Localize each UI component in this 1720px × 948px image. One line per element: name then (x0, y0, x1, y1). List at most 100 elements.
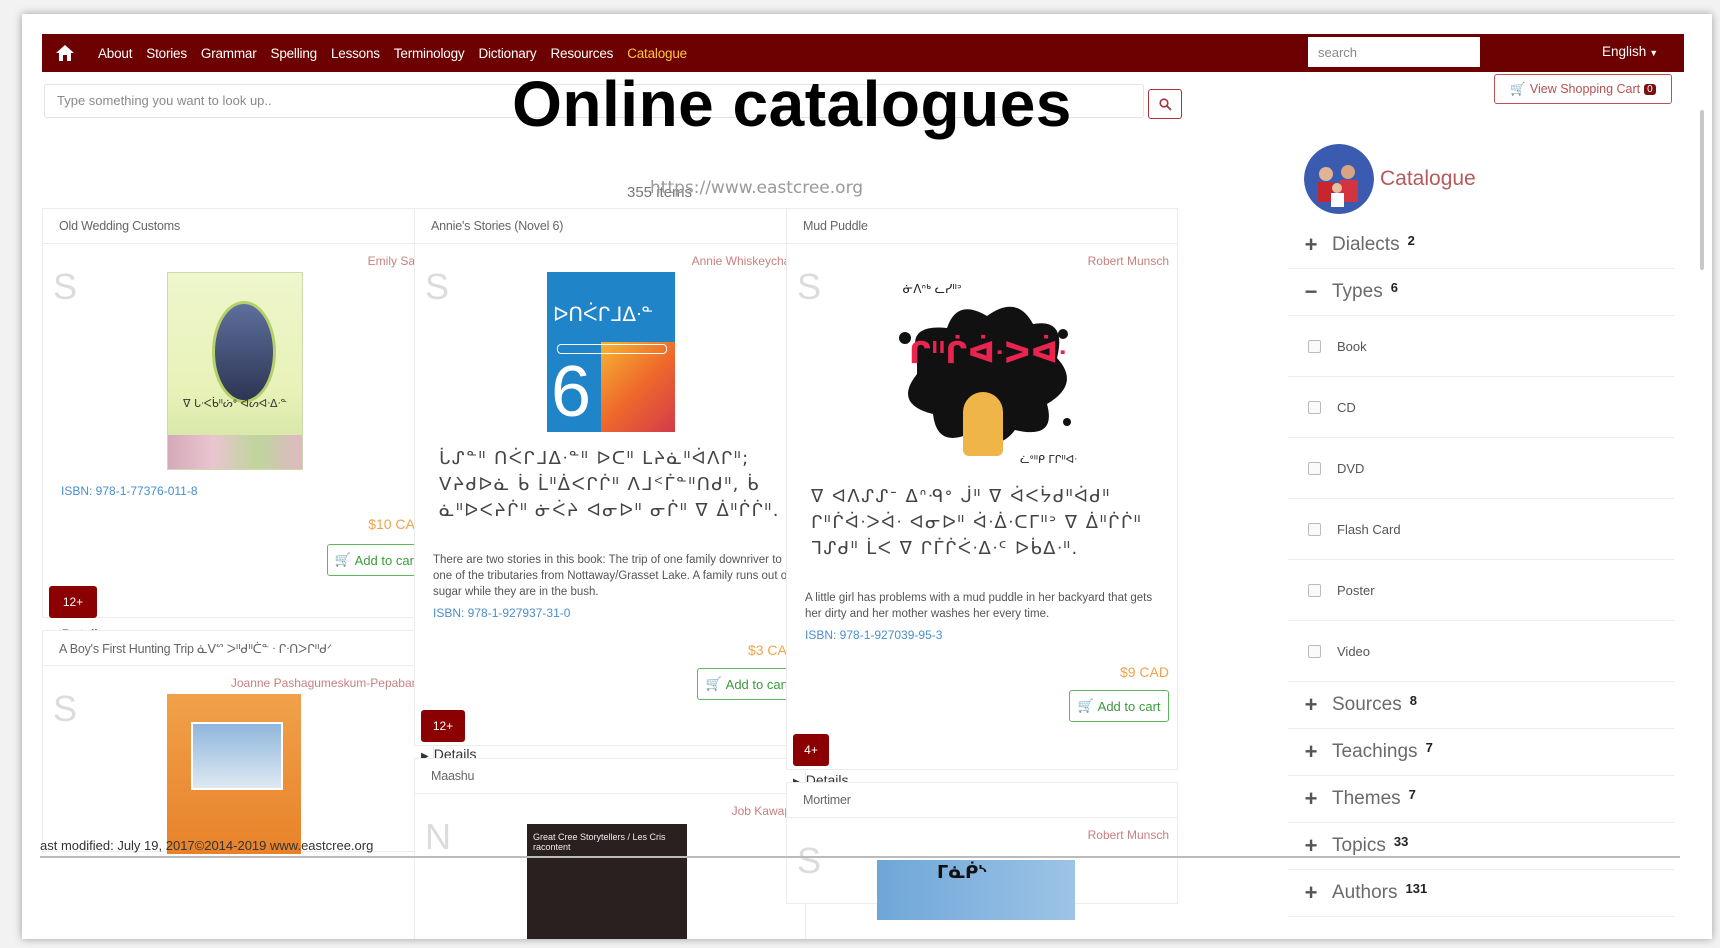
home-icon[interactable] (52, 40, 78, 66)
syllabics-line: ᐁ ᐊᐱᔑᔑᐨ ᐃᐢᑴᐤ ᒎᐦ ᐁ ᐋᐸᔮᑯᐦᐋᑯᐦ (811, 486, 1111, 507)
product-syllabics: ᐁ ᐊᐱᔑᔑᐨ ᐃᐢᑴᐤ ᒎᐦ ᐁ ᐋᐸᔮᑯᐦᐋᑯᐦ ᒋᐦᒌᐋᐧᐳᐋᐧ ᐊᓂᐅᐦ… (811, 484, 1142, 562)
product-card: Old Wedding Customs Emily Sam S ᐁ ᒐᐧᐸᑳᐦᔖ… (42, 208, 434, 642)
type-option-poster[interactable]: Poster (1288, 560, 1674, 621)
nav-item-about[interactable]: About (98, 46, 132, 61)
option-label: Poster (1337, 582, 1375, 598)
cart-icon: 🛒 (334, 552, 351, 567)
nav-item-spelling[interactable]: Spelling (271, 46, 318, 61)
facet-label: Authors (1332, 882, 1398, 903)
plus-icon: + (1304, 232, 1318, 257)
product-description: A little girl has problems with a mud pu… (805, 592, 1153, 620)
search-button[interactable] (1148, 89, 1182, 119)
product-author: Annie Whiskeychan (691, 254, 797, 268)
scrollbar[interactable] (1700, 110, 1704, 270)
type-option-cd[interactable]: CD (1288, 377, 1674, 438)
facet-label: Sources (1332, 694, 1402, 715)
facet-topics[interactable]: + Topics 33 (1288, 823, 1674, 870)
footer-text: ast modified: July 19, 2017©2014-2019 ww… (40, 838, 374, 853)
cart-icon: 🛒 (1077, 698, 1094, 713)
product-title[interactable]: A Boy's First Hunting Trip ᓈᐯᔥ ᐳᐦᑯᐦᑖᓐ ᐧ … (43, 631, 433, 666)
facet-authors[interactable]: + Authors 131 (1288, 870, 1674, 917)
facet-count: 8 (1409, 692, 1417, 708)
facet-themes[interactable]: + Themes 7 (1288, 776, 1674, 823)
cover-flowers (168, 435, 302, 469)
product-description: There are two stories in this book: The … (433, 554, 791, 598)
search-icon (1158, 97, 1172, 111)
age-badge: 12+ (421, 710, 465, 742)
product-title[interactable]: Annie's Stories (Novel 6) (415, 209, 805, 244)
checkbox[interactable] (1308, 400, 1321, 414)
sidebar-header: Catalogue (1304, 144, 1476, 214)
type-option-flash-card[interactable]: Flash Card (1288, 499, 1674, 560)
product-isbn: ISBN: 978-1-77376-011-8 (61, 484, 198, 498)
product-title[interactable]: Mortimer (787, 783, 1177, 818)
facet-dialects[interactable]: + Dialects 2 (1288, 222, 1674, 269)
product-cover-image[interactable]: Great Cree Storytellers / Les Cris racon… (527, 824, 687, 939)
checkbox[interactable] (1308, 522, 1321, 536)
nav-item-stories[interactable]: Stories (146, 46, 187, 61)
product-cover-image[interactable] (167, 694, 301, 854)
nav-item-terminology[interactable]: Terminology (394, 46, 465, 61)
option-label: CD (1337, 399, 1356, 415)
add-to-cart-button[interactable]: 🛒 Add to cart (1069, 690, 1169, 722)
syllabics-line: ᓈᐦᐅᐸᔨᒌᐦ ᓃᐹᔨ ᐊᓂᐅᐦ ᓂᒌᐦ ᐁ ᐄᐦᒌᒌᐦ. (439, 500, 780, 521)
cart-icon: 🛒 (1510, 81, 1526, 96)
product-cover-image[interactable]: ᐁ ᒐᐧᐸᑳᐦᔖᐤ ᐊᔕᐊᐧᐃᐧᓐ (167, 272, 303, 470)
type-option-book[interactable]: Book (1288, 316, 1674, 377)
facet-sources[interactable]: + Sources 8 (1288, 682, 1674, 729)
minus-icon: − (1304, 279, 1318, 304)
product-title[interactable]: Mud Puddle (787, 209, 1177, 244)
add-to-cart-button[interactable]: 🛒 Add to cart (327, 544, 425, 576)
language-label: English (1602, 44, 1647, 59)
product-card: Maashu Job Kawapit N Great Cree Storytel… (414, 758, 806, 939)
product-column-3: Mud Puddle Robert Munsch S ᓃᐱᐢᒃ ᓚᓯᐦᐣ ᒋᐦᒌ… (786, 208, 1178, 920)
view-cart-button[interactable]: 🛒 View Shopping Cart 0 (1494, 74, 1672, 104)
cover-syllabics: ᐁ ᒐᐧᐸᑳᐦᔖᐤ ᐊᔕᐊᐧᐃᐧᓐ (183, 397, 287, 410)
product-card: A Boy's First Hunting Trip ᓈᐯᔥ ᐳᐦᑯᐦᑖᓐ ᐧ … (42, 630, 434, 854)
checkbox[interactable] (1308, 583, 1321, 597)
plus-icon: + (1304, 692, 1318, 717)
facet-types[interactable]: − Types 6 (1288, 269, 1674, 316)
checkbox[interactable] (1308, 644, 1321, 658)
nav-item-dictionary[interactable]: Dictionary (478, 46, 536, 61)
add-to-cart-button[interactable]: 🛒 Add to cart (697, 668, 797, 700)
type-option-dvd[interactable]: DVD (1288, 438, 1674, 499)
girl-figure (963, 392, 1003, 456)
syllabics-line: ᒣᔑᑯᐦ ᒫᐸ ᐁ ᒋᒦᒌᐹᐧᐃᐧᑦ ᐅᑳᐃᐧᐦ. (811, 538, 1079, 559)
product-cover-image[interactable]: ᐅᑎᐹᒋᒧᐃᐧᓐ 6 (547, 272, 675, 432)
product-title[interactable]: Maashu (415, 759, 805, 794)
add-to-cart-label: Add to cart (354, 552, 418, 568)
facet-count: 6 (1390, 279, 1398, 295)
add-to-cart-label: Add to cart (1097, 698, 1161, 714)
nav-item-resources[interactable]: Resources (550, 46, 613, 61)
product-author: Robert Munsch (1087, 254, 1169, 268)
cover-title: Great Cree Storytellers / Les Cris racon… (533, 832, 666, 852)
product-title[interactable]: Old Wedding Customs (43, 209, 433, 244)
facet-count: 131 (1405, 880, 1428, 896)
cover-title: ᒋᐦᒌᐋᐧᐳᐋᐧ (909, 336, 1068, 371)
product-card: Mud Puddle Robert Munsch S ᓃᐱᐢᒃ ᓚᓯᐦᐣ ᒋᐦᒌ… (786, 208, 1178, 788)
nav-item-grammar[interactable]: Grammar (201, 46, 257, 61)
option-label: Video (1337, 643, 1371, 659)
type-option-video[interactable]: Video (1288, 621, 1674, 682)
facet-label: Themes (1332, 788, 1401, 809)
product-cover-image[interactable]: ᓃᐱᐢᒃ ᓚᓯᐦᐣ ᒋᐦᒌᐋᐧᐳᐋᐧ ᓛᐤᐦᑭ ᒥᒋᐦᐊᐧ (887, 272, 1081, 468)
language-dropdown[interactable]: English ▼ (1602, 44, 1658, 59)
nav-search-input[interactable]: search (1308, 37, 1480, 67)
cart-icon: 🛒 (705, 676, 722, 691)
facet-teachings[interactable]: + Teachings 7 (1288, 729, 1674, 776)
product-cover-image[interactable]: ᒥᓈᑮᔅ (877, 860, 1075, 920)
product-letter: S (797, 266, 822, 307)
nav-item-lessons[interactable]: Lessons (331, 46, 380, 61)
catalogue-logo (1304, 144, 1374, 214)
checkbox[interactable] (1308, 461, 1321, 475)
top-navbar: About Stories Grammar Spelling Lessons T… (42, 34, 1684, 72)
add-to-cart-label: Add to cart (725, 676, 789, 692)
product-letter: S (53, 688, 78, 729)
nav-item-catalogue[interactable]: Catalogue (627, 46, 687, 61)
checkbox[interactable] (1308, 339, 1321, 353)
sidebar-title: Catalogue (1380, 167, 1476, 190)
cover-stripes (601, 342, 675, 432)
cover-footer: ᓛᐤᐦᑭ ᒥᒋᐦᐊᐧ (1020, 453, 1077, 466)
cart-count-badge: 0 (1644, 83, 1656, 95)
